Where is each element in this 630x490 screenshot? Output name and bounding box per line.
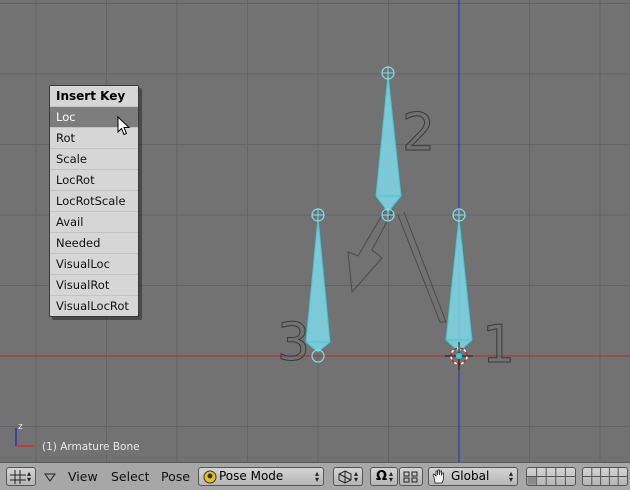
orientation-select[interactable]: Global ▴ ▾ xyxy=(428,467,518,486)
menu-title: Insert Key xyxy=(50,86,138,106)
orientation-label: Global xyxy=(451,469,490,483)
arrow-shaft-outline xyxy=(397,211,447,323)
draw-type-icon xyxy=(338,470,352,484)
mode-select[interactable]: Pose Mode ▴ ▾ xyxy=(198,467,324,486)
axis-label: z xyxy=(18,422,23,432)
layer-grid-icon xyxy=(527,468,575,485)
menu-item-avail[interactable]: Avail xyxy=(50,211,138,232)
hand-manipulator-icon xyxy=(432,469,444,484)
layer-buttons-left[interactable] xyxy=(526,467,576,486)
viewport-header: ▴ ▾ View Select Pose Pose Mode ▴ ▾ ▴ ▾ Ω ▴ ▾… xyxy=(0,462,630,490)
triangle-down-icon[interactable] xyxy=(44,473,56,483)
menu-item-visualrot[interactable]: VisualRot xyxy=(50,274,138,295)
chevron-icon: ▴ ▾ xyxy=(388,469,393,484)
pivot-button[interactable]: Ω ▴ ▾ xyxy=(370,467,398,486)
pivot-icon: Ω xyxy=(376,469,388,484)
layer-grid-icon xyxy=(583,468,627,485)
menu-item-visuallocrot[interactable]: VisualLocRot xyxy=(50,295,138,316)
bone-1[interactable] xyxy=(445,208,473,353)
menu-select[interactable]: Select xyxy=(111,468,150,485)
menu-item-locrotscale[interactable]: LocRotScale xyxy=(50,190,138,211)
arrow-outline xyxy=(347,209,394,294)
menu-item-visualloc[interactable]: VisualLoc xyxy=(50,253,138,274)
menu-item-needed[interactable]: Needed xyxy=(50,232,138,253)
axis-gizmo: z xyxy=(15,422,34,447)
bone-label-2: 2 xyxy=(402,103,435,163)
chevron-icon: ▴ ▾ xyxy=(508,469,513,484)
menu-item-scale[interactable]: Scale xyxy=(50,148,138,169)
layer-buttons-right[interactable] xyxy=(582,467,628,486)
cursor-arrow-icon xyxy=(117,116,131,136)
pivot-options-icon xyxy=(403,471,418,483)
grid-icon xyxy=(10,470,26,484)
bone-label-1: 1 xyxy=(482,315,515,375)
chevron-icon: ▴ ▾ xyxy=(353,469,358,484)
mode-icon xyxy=(203,470,217,484)
status-text: (1) Armature Bone xyxy=(42,441,140,453)
3d-viewport[interactable]: 2 3 1 z (1) Armature Bone Insert Key Loc… xyxy=(0,0,630,462)
bone-label-3: 3 xyxy=(277,313,310,373)
chevron-icon: ▴ ▾ xyxy=(26,469,31,484)
3d-cursor[interactable] xyxy=(445,342,473,370)
chevron-icon: ▴ ▾ xyxy=(314,469,319,484)
mode-label: Pose Mode xyxy=(219,469,284,483)
menu-item-locrot[interactable]: LocRot xyxy=(50,169,138,190)
pivot-options-button[interactable] xyxy=(399,467,423,486)
draw-type-button[interactable]: ▴ ▾ xyxy=(333,467,363,486)
menu-pose[interactable]: Pose xyxy=(161,468,190,485)
editor-type-button[interactable]: ▴ ▾ xyxy=(6,467,36,486)
menu-view[interactable]: View xyxy=(68,468,98,485)
